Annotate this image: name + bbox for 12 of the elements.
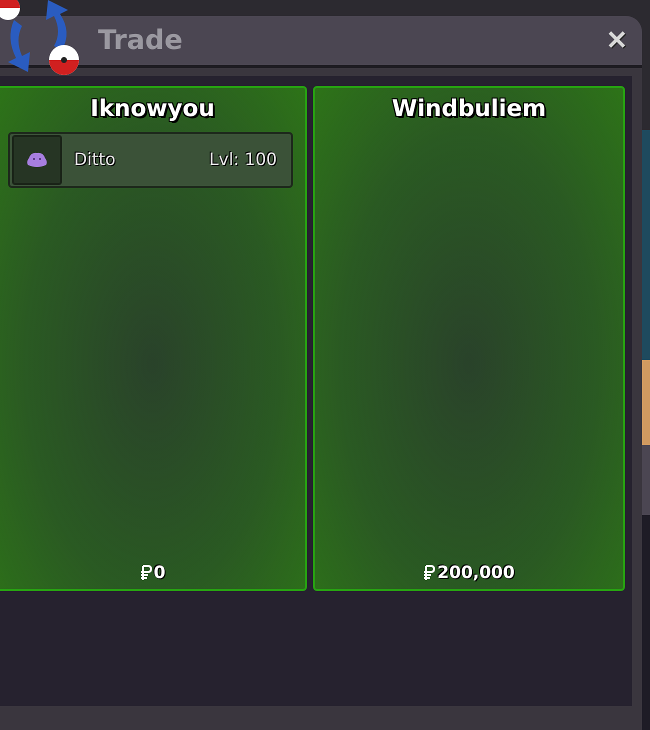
pokemon-row[interactable]: Ditto Lvl: 100 [8, 132, 293, 188]
window-title: Trade [98, 25, 183, 56]
pokemon-level: Lvl: 100 [209, 150, 277, 170]
player-name: Iknowyou [90, 96, 215, 122]
close-button[interactable]: ✕ [604, 25, 630, 56]
blob-icon [26, 152, 48, 168]
money-amount: 0 [154, 563, 166, 583]
pokemon-name: Ditto [74, 150, 116, 170]
player-name: Windbuliem [392, 96, 546, 122]
money-amount: 200,000 [437, 563, 515, 583]
currency-icon [140, 564, 152, 582]
currency-icon [423, 564, 436, 582]
